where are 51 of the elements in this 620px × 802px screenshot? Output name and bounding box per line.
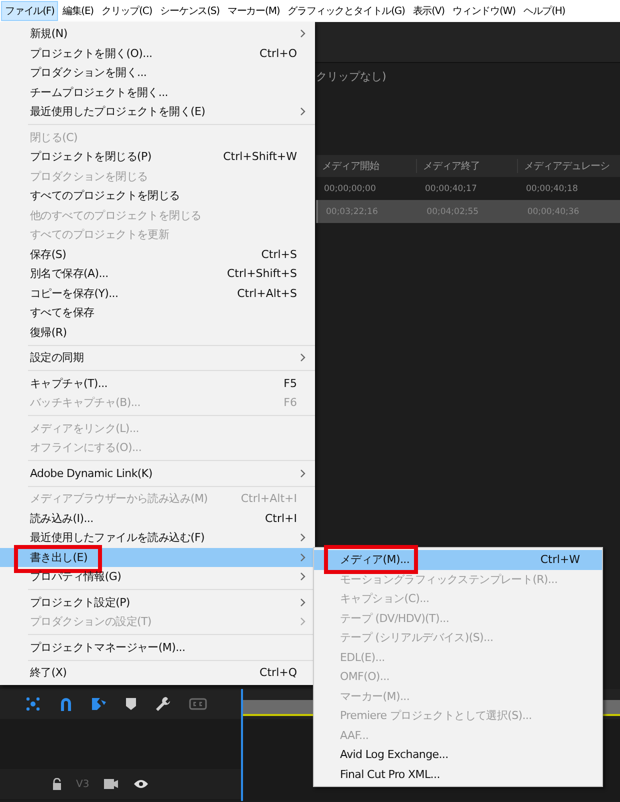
nest-icon[interactable] (25, 696, 41, 712)
column-header: メディアデュレーシ (523, 160, 610, 173)
menu-item[interactable]: プロジェクトを閉じる(P) Ctrl+Shift+W (0, 147, 315, 166)
menu-item[interactable]: 別名で保存(A)... Ctrl+Shift+S (0, 264, 315, 284)
film-icon[interactable] (103, 778, 120, 790)
column-header: メディア終了 (417, 159, 518, 173)
menu-bar-item[interactable]: シーケンス(S) (156, 1, 224, 21)
menu-item[interactable]: 読み込み(I)... Ctrl+I (0, 508, 315, 528)
table-row[interactable]: 00;00;00;00 00;00;40;17 00;00;40;18 (316, 177, 620, 200)
menu-item[interactable]: プロパティ情報(G) (0, 567, 315, 586)
menu-item[interactable]: 最近使用したプロジェクトを開く(E) (0, 102, 315, 122)
marker-icon[interactable] (125, 697, 137, 711)
lock-icon[interactable] (52, 778, 62, 790)
menu-bar-item[interactable]: マーカー(M) (223, 1, 284, 21)
menu-item[interactable]: キャプチャ(T)... F5 (0, 374, 315, 393)
menu-item[interactable]: 終了(X) Ctrl+Q (0, 663, 315, 682)
menu-bar-item[interactable]: ファイル(F) (1, 1, 58, 21)
work-area-bar[interactable] (242, 700, 313, 716)
menu-item[interactable]: プロジェクトを開く(O)... Ctrl+O (0, 44, 315, 63)
track-label: V3 (76, 778, 90, 790)
work-area-bar[interactable] (603, 700, 620, 716)
menu-item[interactable]: コピーを保存(Y)... Ctrl+Alt+S (0, 284, 315, 303)
menu-bar-item[interactable]: ヘルプ(H) (519, 1, 570, 21)
menu-bar-item[interactable]: クリップ(C) (97, 1, 156, 21)
eye-icon[interactable] (133, 779, 150, 789)
column-header: メディア開始 (316, 159, 417, 173)
menu-item[interactable]: Adobe Dynamic Link(K) (0, 464, 315, 483)
menu-item[interactable]: 復帰(R) (0, 322, 315, 342)
captions-icon[interactable] (189, 698, 207, 710)
menu-item[interactable]: すべてのプロジェクトを閉じる (0, 186, 315, 206)
menu-bar-item[interactable]: 表示(V) (408, 1, 448, 21)
menu-bar-item[interactable]: ウィンドウ(W) (448, 1, 520, 21)
menu-bar-item[interactable]: グラフィックとタイトル(G) (284, 1, 409, 21)
menu-item[interactable]: 設定の同期 (0, 348, 315, 368)
monitor-text: クリップなし) (316, 69, 388, 85)
menu-item[interactable]: プロジェクトマネージャー(M)... (0, 638, 315, 657)
menu-item[interactable]: 新規(N) (0, 24, 315, 44)
menu-item[interactable]: 保存(S) Ctrl+S (0, 244, 315, 264)
linked-selection-icon[interactable] (91, 696, 107, 712)
menu-item[interactable]: 書き出し(E) (0, 548, 315, 567)
magnet-icon[interactable] (59, 696, 73, 712)
menu-item[interactable]: すべてを保存 (0, 303, 315, 322)
menu-item[interactable]: メディア(M)... Ctrl+W (314, 550, 602, 570)
menu-bar-item[interactable]: 編集(E) (58, 1, 98, 21)
wrench-icon[interactable] (155, 696, 171, 712)
menu-item[interactable]: チームプロジェクトを開く... (0, 82, 315, 102)
menu-item[interactable]: プロダクションを開く... (0, 63, 315, 82)
menu-item[interactable]: Avid Log Exchange... (314, 745, 602, 764)
menu-item[interactable]: プロジェクト設定(P) (0, 592, 315, 612)
menu-item[interactable]: Final Cut Pro XML... (314, 764, 602, 784)
menu-item[interactable]: 最近使用したファイルを読み込む(F) (0, 528, 315, 548)
